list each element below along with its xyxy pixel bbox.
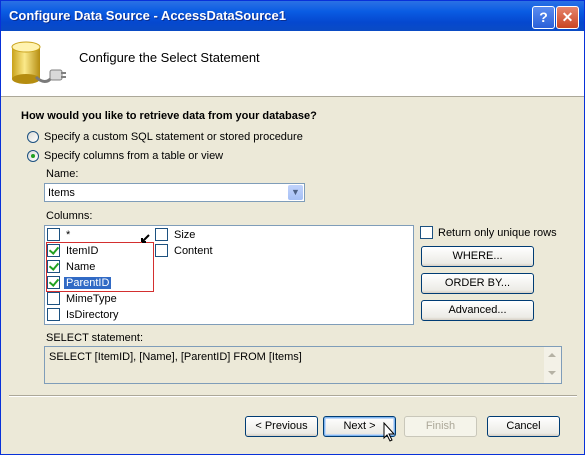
column-label: IsDirectory xyxy=(66,309,119,321)
column-label: Size xyxy=(174,229,196,241)
select-statement-text: SELECT [ItemID], [Name], [ParentID] FROM… xyxy=(49,351,302,363)
scroll-up-button[interactable] xyxy=(544,347,561,366)
table-name-value: Items xyxy=(48,187,75,199)
column-checkbox[interactable] xyxy=(47,292,60,305)
specify-columns-radio-label[interactable]: Specify columns from a table or view xyxy=(44,150,223,162)
wizard-body: How would you like to retrieve data from… xyxy=(1,97,584,454)
close-button[interactable]: ✕ xyxy=(556,6,579,29)
advanced-button[interactable]: Advanced... xyxy=(421,300,534,321)
name-label: Name: xyxy=(46,168,79,180)
column-checkbox[interactable] xyxy=(155,228,168,241)
custom-sql-radio[interactable] xyxy=(27,131,39,143)
finish-button: Finish xyxy=(404,416,477,437)
custom-sql-radio-label[interactable]: Specify a custom SQL statement or stored… xyxy=(44,131,303,143)
column-label: * xyxy=(66,229,71,241)
columns-label: Columns: xyxy=(46,210,93,222)
previous-button[interactable]: < Previous xyxy=(245,416,318,437)
wizard-header: Configure the Select Statement xyxy=(1,31,584,97)
specify-columns-radio[interactable] xyxy=(27,150,39,162)
scroll-down-button[interactable] xyxy=(544,365,561,383)
column-checkbox[interactable] xyxy=(155,244,168,257)
column-label: MimeType xyxy=(66,293,117,305)
footer-divider xyxy=(9,395,577,397)
order-by-button[interactable]: ORDER BY... xyxy=(421,273,534,294)
chevron-down-icon[interactable]: ▼ xyxy=(288,185,303,200)
annotation-highlight-box xyxy=(46,242,154,292)
annotation-arrow-icon xyxy=(141,234,150,243)
title-bar[interactable]: Configure Data Source - AccessDataSource… xyxy=(1,1,584,31)
select-statement-label: SELECT statement: xyxy=(46,332,144,344)
unique-rows-label[interactable]: Return only unique rows xyxy=(438,227,557,239)
where-button[interactable]: WHERE... xyxy=(421,246,534,267)
database-plug-icon xyxy=(11,41,66,84)
column-checkbox[interactable] xyxy=(47,308,60,321)
dialog-window: Configure Data Source - AccessDataSource… xyxy=(0,0,585,455)
unique-rows-checkbox[interactable] xyxy=(420,226,433,239)
page-title: Configure the Select Statement xyxy=(79,50,260,65)
help-button[interactable]: ? xyxy=(532,6,555,29)
select-statement-box[interactable]: SELECT [ItemID], [Name], [ParentID] FROM… xyxy=(44,346,562,384)
retrieve-question: How would you like to retrieve data from… xyxy=(21,110,317,122)
column-checkbox[interactable] xyxy=(47,228,60,241)
window-title: Configure Data Source - AccessDataSource… xyxy=(9,8,286,23)
mouse-cursor-icon xyxy=(383,422,396,442)
table-name-dropdown[interactable]: Items ▼ xyxy=(44,183,305,202)
cancel-button[interactable]: Cancel xyxy=(487,416,560,437)
column-label: Content xyxy=(174,245,213,257)
columns-list[interactable]: * ItemID Name ParentID MimeType IsDirect… xyxy=(44,225,414,325)
